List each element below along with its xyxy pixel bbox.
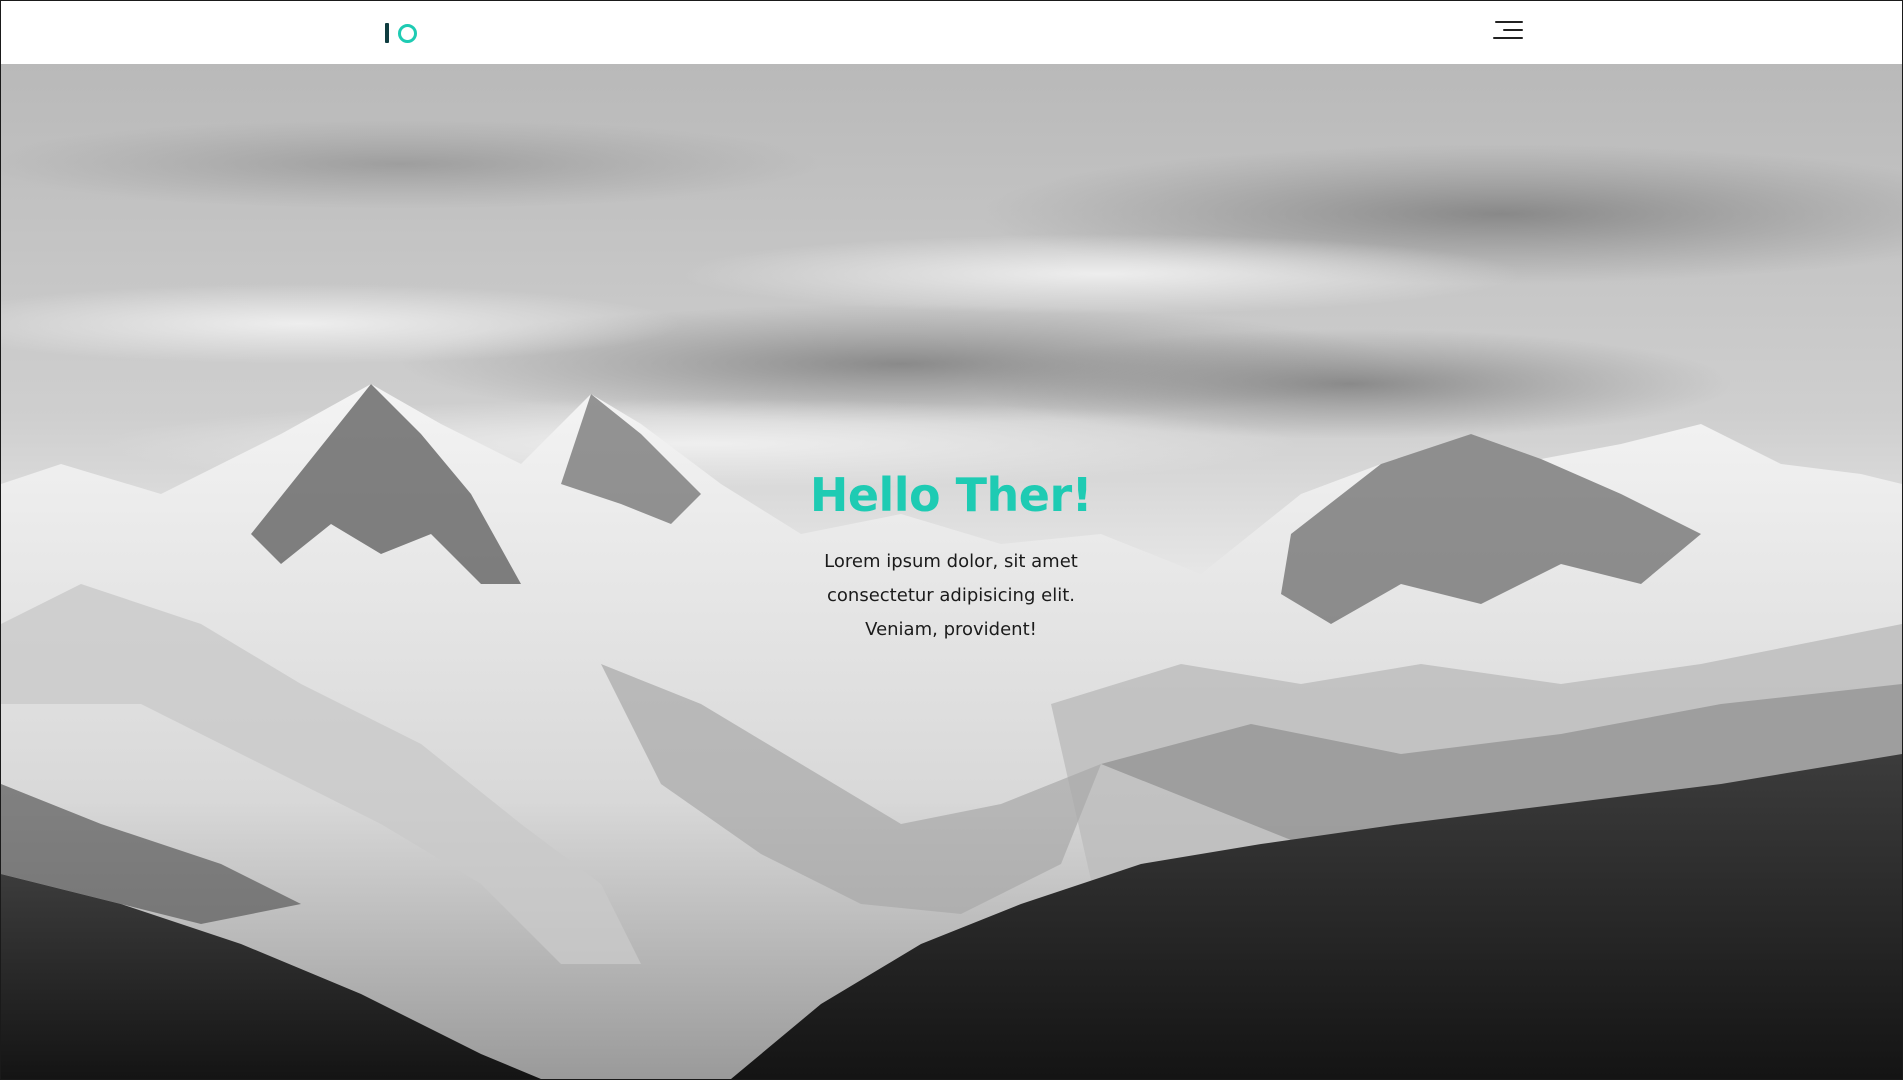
hero-title: Hello Ther! [809,468,1093,522]
menu-line [1503,29,1523,31]
hero-section: Hello Ther! Lorem ipsum dolor, sit amet … [1,64,1902,1079]
menu-line [1493,37,1523,39]
logo-bar-icon [385,23,389,43]
menu-line [1495,21,1523,23]
hero-content: Hello Ther! Lorem ipsum dolor, sit amet … [701,468,1201,647]
page: Hello Ther! Lorem ipsum dolor, sit amet … [0,0,1903,1080]
logo-ring-icon [398,23,417,43]
hamburger-menu-icon[interactable] [1489,17,1523,43]
logo[interactable] [385,21,417,45]
hero-text: Lorem ipsum dolor, sit amet consectetur … [824,551,1078,641]
navbar [1,1,1902,64]
